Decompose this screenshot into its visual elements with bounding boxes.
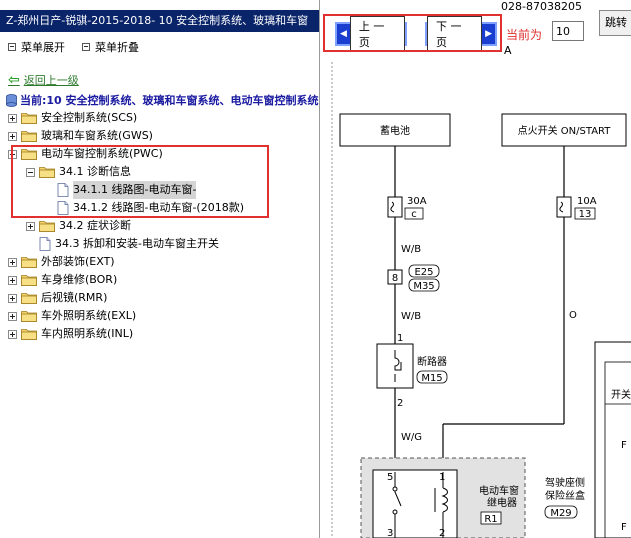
folder-icon [21,274,37,286]
document-title-bar: Z-郑州日产-锐骐-2015-2018- 10 安全控制系统、玻璃和车窗 [0,10,319,32]
collapse-all-label: 菜单折叠 [95,41,139,54]
expand-toggle-icon[interactable] [8,131,17,141]
expand-toggle-icon[interactable] [8,293,17,303]
tree-item-label: 车外照明系统(EXL) [41,309,137,322]
battery-label: 蓄电池 [380,124,410,137]
ignition-label: 点火开关 ON/START [518,124,612,137]
breaker-code: M15 [421,373,442,384]
tree-item[interactable]: 玻璃和车窗系统(GWS) [8,127,153,145]
database-icon [6,93,17,107]
tree-item[interactable]: 外部装饰(EXT) [8,253,115,271]
tree-item-label: 34.3 拆卸和安装-电动车窗主开关 [55,237,219,250]
tree-item-label: 34.2 症状诊断 [59,219,131,232]
breaker-pin-2: 2 [397,398,403,409]
fuse-box-label-1: 驾驶座侧 [545,476,585,489]
collapse-icon [82,43,90,51]
wire-wb-2: W/B [401,311,421,322]
back-link[interactable]: ⇦ 返回上一级 [8,72,79,88]
folder-icon [21,130,37,142]
expand-toggle-icon[interactable] [8,257,17,267]
relay-pin-1: 1 [439,472,445,483]
folder-icon [21,328,37,340]
current-location-label: 当前:10 安全控制系统、玻璃和车窗系统、电动车窗控制系统 [20,94,319,107]
connector-m35: M35 [413,281,434,292]
back-arrow-icon: ⇦ [8,72,20,88]
collapse-all-button[interactable]: 菜单折叠 [82,39,139,55]
wire-wb-1: W/B [401,244,421,255]
content-panel: 028-87038205 ◀ 上 一 页 下 一 页 ▶ 当前为 跳转 A 蓄电… [321,0,631,538]
fuse-right-rating: 10A [577,196,597,207]
phone-number: 028-87038205 [501,0,582,13]
wire-wg: W/G [401,432,422,443]
relay-pin-3: 3 [387,528,393,538]
back-label: 返回上一级 [23,74,79,87]
fuse-left-code: c [411,209,417,220]
jump-button[interactable]: 跳转 [599,10,631,36]
tree-item[interactable]: 34.2 症状诊断 [26,217,131,235]
folder-icon [21,310,37,322]
relay-code: R1 [484,514,497,525]
tree-item[interactable]: 车内照明系统(INL) [8,325,133,343]
fuse-box-code: M29 [550,508,571,519]
expand-all-button[interactable]: 菜单展开 [8,39,65,55]
page-number-input[interactable] [552,21,584,41]
tree-item[interactable]: 车身维修(BOR) [8,271,117,289]
document-icon [39,237,51,251]
tree-item[interactable]: 车外照明系统(EXL) [8,307,136,325]
wiring-diagram-svg: 蓄电池 点火开关 ON/START 30A c W/B 8 E25 M35 W/… [331,62,631,538]
relay-pin-2: 2 [439,528,445,538]
fuse-right [556,196,572,218]
expand-toggle-icon[interactable] [26,221,35,231]
fuse-right-code: 13 [579,209,592,220]
relay-pin-5: 5 [387,472,393,483]
tree-item-label: 后视镜(RMR) [41,291,108,304]
f-label-2: F [621,522,627,533]
fuse-left [387,196,403,218]
tree-item[interactable]: 34.3 拆卸和安装-电动车窗主开关 [26,235,219,253]
tree-item-label: 车内照明系统(INL) [41,327,134,340]
folder-icon [21,256,37,268]
page-toolbar: 028-87038205 ◀ 上 一 页 下 一 页 ▶ 当前为 跳转 A [321,0,631,60]
navigation-panel: Z-郑州日产-锐骐-2015-2018- 10 安全控制系统、玻璃和车窗 菜单展… [0,0,320,538]
current-page-label: 当前为 [506,28,543,42]
expand-toggle-icon[interactable] [8,311,17,321]
switch-label: 开关 [611,388,631,401]
fuse-box-label-2: 保险丝盒 [545,489,585,502]
folder-icon [21,112,37,124]
tree-item-label: 外部装饰(EXT) [41,255,115,268]
expand-toggle-icon[interactable] [8,329,17,339]
tree-item[interactable]: 后视镜(RMR) [8,289,107,307]
document-title: Z-郑州日产-锐骐-2015-2018- 10 安全控制系统、玻璃和车窗 [6,14,309,27]
breaker-pin-1: 1 [397,333,403,344]
tree-item-label: 玻璃和车窗系统(GWS) [41,129,153,142]
relay-label-2: 继电器 [487,496,517,509]
expand-toggle-icon[interactable] [8,275,17,285]
expand-all-label: 菜单展开 [21,41,65,54]
fuse-left-rating: 30A [407,196,427,207]
folder-icon [21,292,37,304]
connector-e25: E25 [414,267,433,278]
tree-item-label: 安全控制系统(SCS) [41,111,138,124]
current-location: 当前:10 安全控制系统、玻璃和车窗系统、电动车窗控制系统 [6,92,319,108]
relay-label-1: 电动车窗 [479,484,519,497]
f-label-1: F [621,440,627,451]
a-mark: A [504,44,512,57]
connector-8: 8 [392,273,398,284]
expand-icon [8,43,16,51]
breaker-label: 断路器 [417,355,447,368]
tree-item[interactable]: 安全控制系统(SCS) [8,109,137,127]
folder-icon [39,220,55,232]
wire-o: O [569,310,577,321]
expand-toggle-icon[interactable] [8,113,17,123]
wiring-diagram: 蓄电池 点火开关 ON/START 30A c W/B 8 E25 M35 W/… [321,62,631,538]
highlight-box-tree [11,145,269,218]
tree-item-label: 车身维修(BOR) [41,273,118,286]
highlight-box-pager [323,14,502,52]
